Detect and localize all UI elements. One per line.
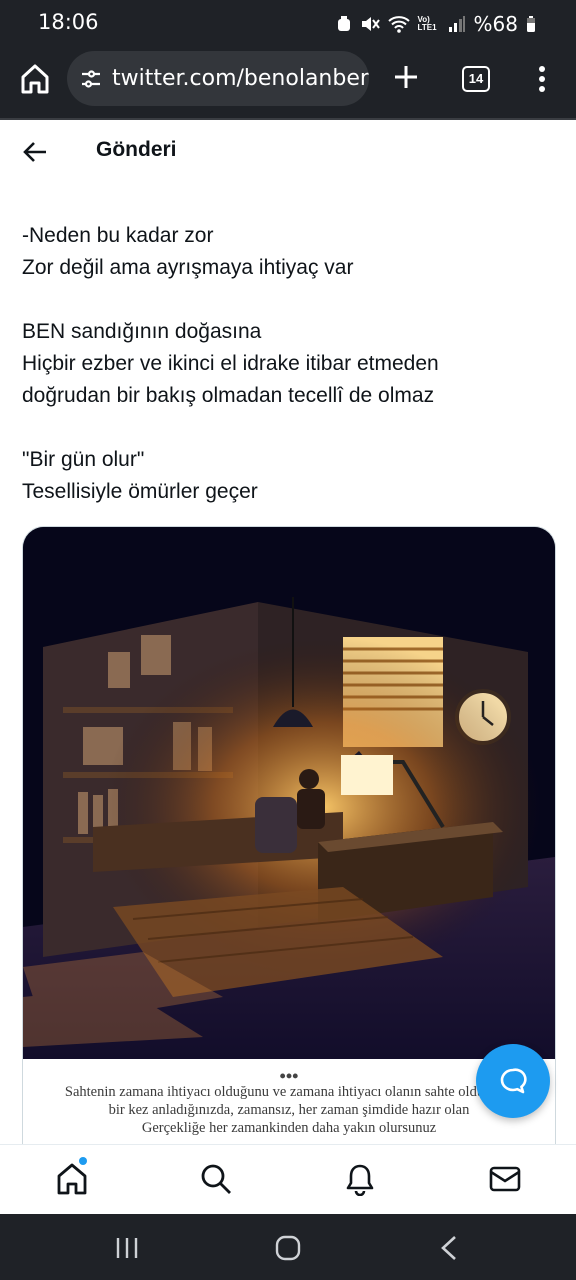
battery-icon bbox=[527, 16, 535, 32]
post-line: BEN sandığının doğasına bbox=[22, 320, 262, 343]
bell-icon[interactable] bbox=[343, 1162, 377, 1196]
post-line: -Neden bu kadar zor bbox=[22, 224, 214, 247]
page-header: Gönderi bbox=[0, 120, 576, 184]
post-line: Zor değil ama ayrışmaya ihtiyaç var bbox=[22, 256, 354, 279]
page-title: Gönderi bbox=[96, 138, 177, 161]
mute-icon bbox=[361, 17, 380, 31]
home-icon[interactable] bbox=[18, 62, 52, 96]
post-line: Tesellisiyle ömürler geçer bbox=[22, 480, 258, 503]
post-line bbox=[22, 284, 542, 316]
more-vert-icon[interactable] bbox=[532, 63, 552, 95]
back-nav-icon[interactable] bbox=[435, 1234, 465, 1262]
post-media[interactable]: ••• Sahtenin zamana ihtiyacı olduğunu ve… bbox=[22, 526, 556, 1167]
address-bar[interactable]: twitter.com/benolanben/ bbox=[67, 51, 369, 106]
new-tab-icon[interactable] bbox=[391, 62, 421, 92]
network-label: Vo) LTE1 bbox=[417, 15, 437, 32]
home-icon[interactable] bbox=[55, 1162, 89, 1196]
office-illustration bbox=[23, 527, 555, 1059]
chat-bubble-icon bbox=[500, 1068, 527, 1094]
browser-toolbar: twitter.com/benolanben/ 14 bbox=[0, 46, 576, 120]
system-navigation bbox=[0, 1214, 576, 1280]
post-text: -Neden bu kadar zor Zor değil ama ayrışm… bbox=[22, 220, 542, 508]
site-settings-icon[interactable] bbox=[79, 67, 103, 91]
signal-icon bbox=[448, 16, 465, 32]
mail-icon[interactable] bbox=[488, 1162, 522, 1196]
bottom-navigation bbox=[0, 1144, 576, 1215]
battery-percent: %68 bbox=[473, 12, 518, 36]
url-text[interactable]: twitter.com/benolanben/ bbox=[112, 66, 369, 91]
post-line: doğrudan bir bakış olmadan tecellî de ol… bbox=[22, 384, 435, 407]
status-bar: 18:06 Vo) LTE1 %68 bbox=[0, 0, 576, 46]
caption-line: bir kez anladığınızda, zamansız, her zam… bbox=[108, 1102, 470, 1118]
search-icon[interactable] bbox=[199, 1162, 233, 1196]
status-time: 18:06 bbox=[38, 10, 99, 34]
wifi-icon bbox=[387, 16, 410, 33]
caption-line: Gerçekliğe her zamankinden daha yakın ol… bbox=[141, 1120, 437, 1136]
status-icons: Vo) LTE1 %68 bbox=[336, 12, 536, 36]
post-line: Hiçbir ezber ve ikinci el idrake itibar … bbox=[22, 352, 439, 375]
caption-line: Sahtenin zamana ihtiyacı olduğunu ve zam… bbox=[64, 1084, 514, 1100]
arrow-left-icon[interactable] bbox=[22, 139, 48, 165]
tab-switcher-button[interactable]: 14 bbox=[462, 66, 490, 92]
home-nav-icon[interactable] bbox=[273, 1234, 303, 1262]
post-line: "Bir gün olur" bbox=[22, 448, 145, 471]
recent-apps-icon[interactable] bbox=[112, 1234, 142, 1262]
compose-fab[interactable] bbox=[476, 1044, 550, 1118]
post-line bbox=[22, 412, 542, 444]
alarm-icon bbox=[337, 16, 350, 31]
home-notification-dot bbox=[79, 1157, 87, 1165]
